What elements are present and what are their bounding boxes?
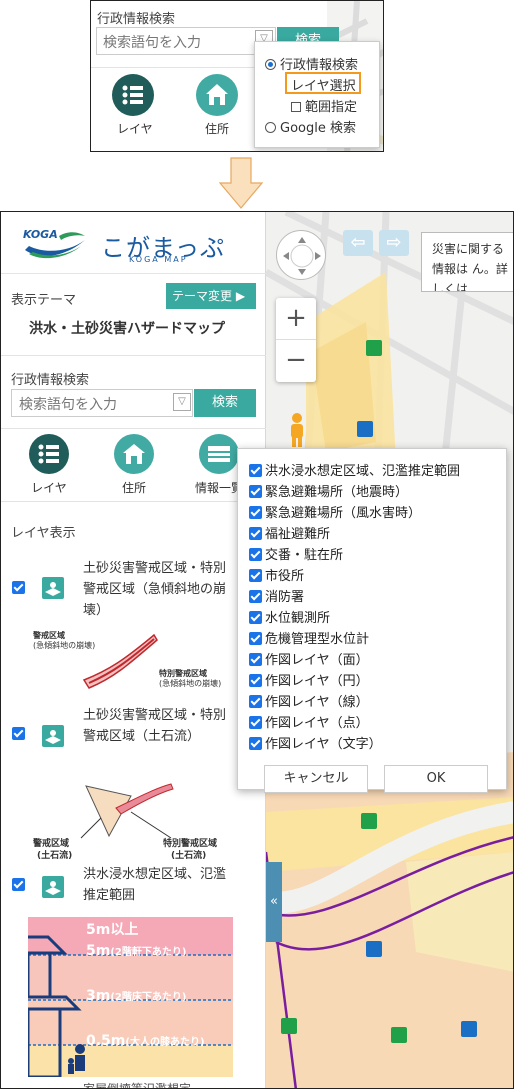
lp-item-11[interactable]: 作図レイヤ（円） — [249, 670, 369, 689]
notice-box: 災害に関する情報は ん。詳しくは — [421, 232, 513, 292]
pan-control[interactable] — [276, 230, 326, 280]
inset-label-layer: レイヤ — [117, 122, 153, 136]
checkbox-icon[interactable] — [249, 632, 262, 645]
lp-item-12[interactable]: 作図レイヤ（線） — [249, 691, 369, 710]
cancel-button[interactable]: キャンセル — [264, 765, 368, 793]
flood-level-5: 5m(2階軒下あたり) — [86, 943, 187, 959]
layer-checkbox-1[interactable] — [12, 581, 25, 594]
lp-item-7[interactable]: 消防署 — [249, 586, 304, 605]
flood-level-3: 3m(2階床下あたり) — [86, 988, 187, 1004]
sidebar: KOGA こがまっぷ KOGA MAP 表示テーマ テーマ変更 ▶ 洪水・土砂災… — [1, 212, 266, 1089]
legend2-b2: (土石流) — [171, 851, 207, 861]
pegman-icon[interactable] — [286, 412, 308, 448]
radio-off-icon[interactable] — [265, 122, 276, 133]
icon-label-address: 住所 — [121, 481, 146, 495]
divider — [1, 501, 266, 502]
option-layer-select[interactable]: レイヤ選択 — [291, 75, 356, 94]
map-layer-icon — [42, 577, 64, 599]
legend-steep-slope: 警戒区域 (急傾斜地の崩壊) 特別警戒区域 (急傾斜地の崩壊) — [29, 630, 229, 694]
flood-level-5plus: 5m以上 — [86, 922, 139, 938]
map-layer-icon — [42, 876, 64, 898]
legend1-b2: (急傾斜地の崩壊) — [159, 679, 222, 688]
theme-label: 表示テーマ — [11, 293, 77, 308]
divider — [1, 428, 266, 429]
inset-icon-row: レイヤ 住所 — [91, 67, 271, 151]
legend-debris-flow: 警戒区域 (土石流) 特別警戒区域 (土石流) — [31, 778, 236, 861]
inset-search-input[interactable]: 検索語句を入力 — [96, 27, 276, 55]
logo-subtitle: KOGA MAP — [129, 255, 188, 264]
home-icon[interactable] — [196, 74, 238, 116]
checkbox-icon[interactable] — [249, 464, 262, 477]
legend2-a2: (土石流) — [37, 851, 73, 861]
history-forward-button[interactable]: ⇨ — [379, 230, 409, 256]
checkbox-icon[interactable] — [249, 548, 262, 561]
legend1-a2: (急傾斜地の崩壊) — [33, 641, 96, 650]
before-screenshot-panel: 行政情報検索 検索語句を入力 ▽ 検索 レイヤ 住所 行政情報検索 レイヤ選択 … — [90, 0, 384, 152]
lp-item-6[interactable]: 市役所 — [249, 565, 304, 584]
layer-section-title: レイヤ表示 — [11, 526, 76, 541]
search-input[interactable]: 検索語句を入力 — [11, 389, 193, 417]
down-arrow-icon — [218, 157, 264, 209]
ok-button[interactable]: OK — [384, 765, 488, 793]
search-label: 行政情報検索 — [11, 373, 90, 388]
search-mode-popup: 行政情報検索 レイヤ選択 範囲指定 Google 検索 — [254, 41, 380, 148]
lp-item-14[interactable]: 作図レイヤ（文字） — [249, 733, 382, 752]
checkbox-icon[interactable] — [249, 485, 262, 498]
layer-checkbox-3[interactable] — [12, 878, 25, 891]
search-button[interactable]: 検索 — [194, 389, 256, 417]
radio-google-search[interactable]: Google 検索 — [265, 117, 356, 136]
logo-brand: KOGA — [23, 228, 58, 241]
zoom-out-button[interactable]: − — [276, 340, 316, 382]
layer-label-3: 洪水浸水想定区域、氾濫推定範囲 — [83, 867, 227, 903]
checkbox-icon[interactable] — [249, 695, 262, 708]
checkbox-icon[interactable] — [249, 716, 262, 729]
checkbox-icon[interactable] — [249, 611, 262, 624]
layer-label-2: 土砂災害警戒区域・特別警戒区域（土石流） — [83, 708, 227, 744]
checkbox-icon[interactable] — [249, 506, 262, 519]
lp-item-10[interactable]: 作図レイヤ（面） — [249, 649, 369, 668]
lp-item-8[interactable]: 水位観測所 — [249, 607, 330, 626]
inset-label-address: 住所 — [205, 122, 230, 136]
checkbox-range[interactable]: 範囲指定 — [291, 96, 357, 115]
lp-item-9[interactable]: 危機管理型水位計 — [249, 628, 369, 647]
theme-title: 洪水・土砂災害ハザードマップ — [29, 321, 225, 337]
zoom-control: + − — [276, 298, 316, 382]
search-dropdown-icon[interactable]: ▽ — [173, 393, 191, 411]
radio-admin-search[interactable]: 行政情報検索 — [265, 54, 358, 73]
checkbox-icon[interactable] — [249, 569, 262, 582]
radio-on-icon[interactable] — [265, 59, 276, 70]
zoom-in-button[interactable]: + — [276, 298, 316, 340]
checkbox-icon[interactable] — [249, 590, 262, 603]
info-list-icon[interactable] — [199, 434, 239, 474]
lp-item-4[interactable]: 福祉避難所 — [249, 523, 330, 542]
checkbox-empty-icon[interactable] — [291, 102, 301, 112]
checkbox-icon[interactable] — [249, 653, 262, 666]
after-screenshot-panel: ⇦ ⇨ 災害に関する情報は ん。詳しくは + − « KOGA こがまっぷ KO… — [0, 211, 514, 1089]
divider — [1, 355, 266, 356]
icon-label-layer: レイヤ — [31, 481, 67, 495]
map-layer-icon — [42, 725, 64, 747]
layer-list-icon[interactable] — [29, 434, 69, 474]
layer-label-1: 土砂災害警戒区域・特別警戒区域（急傾斜地の崩壊） — [83, 561, 227, 618]
logo-header: KOGA こがまっぷ KOGA MAP — [1, 212, 266, 274]
home-icon[interactable] — [114, 434, 154, 474]
history-back-button[interactable]: ⇦ — [343, 230, 373, 256]
lp-item-5[interactable]: 交番・駐在所 — [249, 544, 343, 563]
sidebar-collapse-tab[interactable]: « — [266, 862, 282, 942]
checkbox-icon[interactable] — [249, 527, 262, 540]
lp-item-13[interactable]: 作図レイヤ（点） — [249, 712, 369, 731]
lp-item-1[interactable]: 洪水浸水想定区域、氾濫推定範囲 — [249, 460, 460, 479]
checkbox-icon[interactable] — [249, 737, 262, 750]
layer-checkbox-2[interactable] — [12, 727, 25, 740]
lp-item-2[interactable]: 緊急避難場所（地震時） — [249, 481, 408, 500]
flood-depth-legend: 5m以上 5m(2階軒下あたり) 3m(2階床下あたり) 0.5m(大人の膝あた… — [28, 917, 233, 1077]
checkbox-icon[interactable] — [249, 674, 262, 687]
layer-label-4-partial: 家屋倒壊等氾濫想定 — [83, 1082, 192, 1089]
list-icon[interactable] — [112, 74, 154, 116]
layer-select-popup: 洪水浸水想定区域、氾濫推定範囲 緊急避難場所（地震時） 緊急避難場所（風水害時）… — [237, 448, 507, 793]
inset-search-label: 行政情報検索 — [97, 12, 176, 27]
lp-item-3[interactable]: 緊急避難場所（風水害時） — [249, 502, 421, 521]
theme-change-button[interactable]: テーマ変更 ▶ — [166, 283, 256, 309]
flood-level-05: 0.5m(大人の膝あたり) — [86, 1033, 205, 1049]
